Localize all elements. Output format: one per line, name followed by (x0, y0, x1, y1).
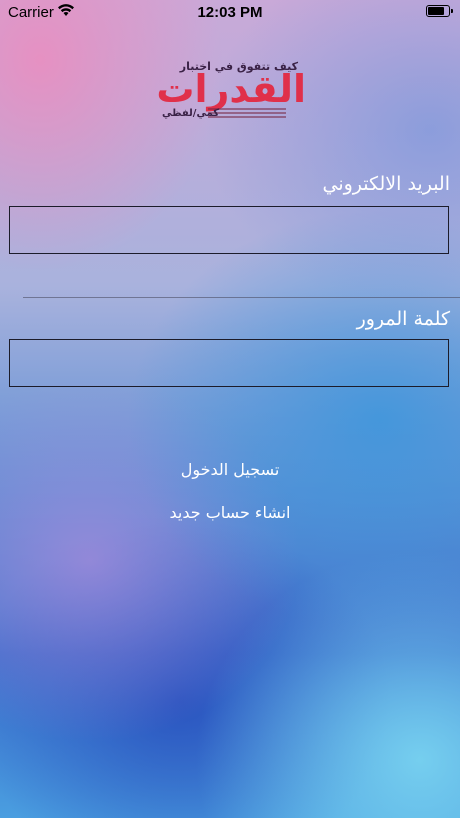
login-button[interactable]: تسجيل الدخول (0, 460, 460, 479)
app-logo: كيف تتفوق في اختبار القدرات كمي/لفظي (156, 58, 307, 124)
email-field[interactable] (9, 206, 449, 254)
battery-icon (426, 5, 453, 17)
clock: 12:03 PM (197, 4, 263, 21)
logo-title: القدرات (156, 67, 307, 111)
password-label: كلمة المرور (356, 308, 450, 330)
logo-fine-print (208, 108, 286, 120)
email-label: البريد الالكتروني (322, 173, 451, 195)
status-bar: Carrier 12:03 PM (0, 0, 460, 24)
logo-subtitle: كمي/لفظي (162, 108, 220, 119)
password-field[interactable] (9, 339, 449, 387)
divider (23, 297, 460, 298)
register-button[interactable]: انشاء حساب جديد (0, 503, 460, 522)
